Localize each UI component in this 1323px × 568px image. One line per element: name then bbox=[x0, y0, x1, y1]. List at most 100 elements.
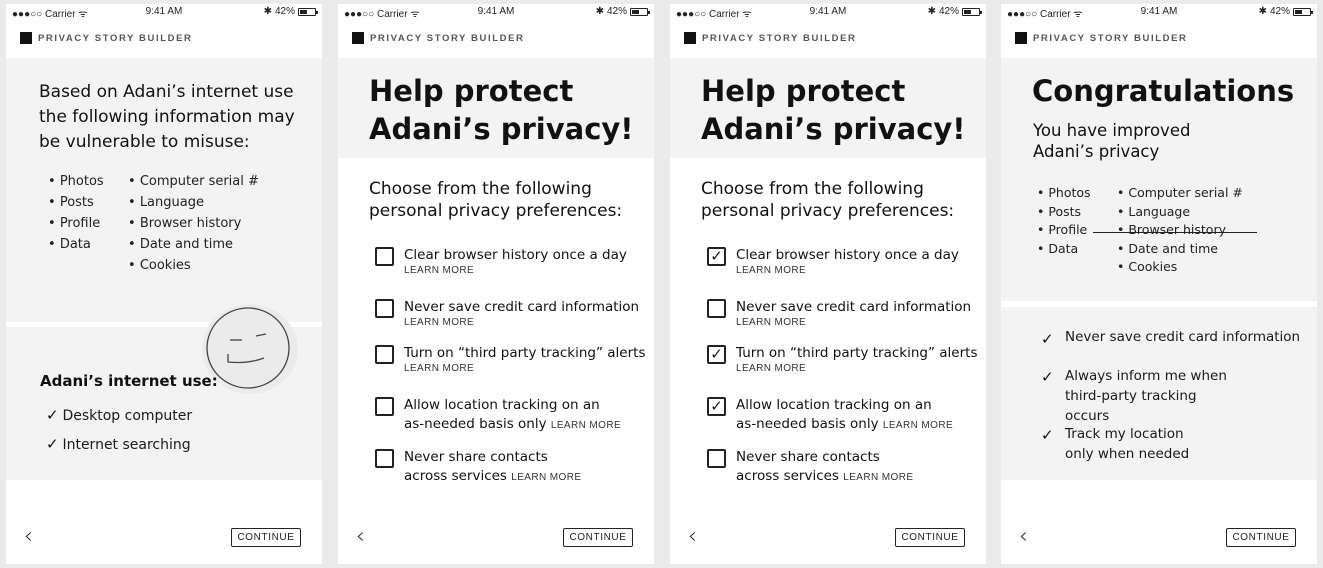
list-item: Profile bbox=[1037, 221, 1091, 240]
bluetooth-icon: ✱ bbox=[927, 6, 936, 17]
logo-icon bbox=[20, 32, 32, 44]
list-item: Posts bbox=[48, 192, 104, 213]
list-item: Browser history bbox=[128, 213, 259, 234]
learn-more-link[interactable]: LEARN MORE bbox=[404, 265, 627, 277]
learn-more-link[interactable]: LEARN MORE bbox=[551, 420, 621, 431]
list-item: Computer serial # bbox=[1117, 184, 1243, 203]
list-item: Posts bbox=[1037, 203, 1091, 222]
checkmark-icon: ✓ bbox=[710, 397, 723, 415]
checkbox[interactable] bbox=[375, 345, 394, 364]
status-bar: ●●●○○ Carrier ᯤ 9:41 AM ✱ 42% bbox=[1001, 4, 1317, 20]
battery-percent: 42% bbox=[938, 6, 959, 17]
status-bar: ●●●○○ Carrier ᯤ 9:41 AM ✱ 42% bbox=[338, 4, 654, 20]
info-list-secondary: Computer serial # Language Browser histo… bbox=[1093, 184, 1257, 277]
status-bar: ●●●○○ Carrier ᯤ 9:41 AM ✱ 42% bbox=[670, 4, 986, 20]
list-item: Cookies bbox=[128, 255, 259, 276]
preference-option[interactable]: Never save credit card information LEARN … bbox=[375, 298, 646, 329]
battery-icon bbox=[1293, 7, 1313, 16]
usage-item: ✓ Desktop computer bbox=[46, 406, 193, 425]
back-button[interactable]: ‹ bbox=[688, 524, 697, 549]
preference-option[interactable]: ✓ Turn on “third party tracking” alerts L… bbox=[707, 344, 978, 375]
subtitle: You have improved Adani’s privacy bbox=[1033, 121, 1191, 161]
list-item: Language bbox=[128, 192, 259, 213]
list-item: Data bbox=[48, 234, 104, 255]
back-button[interactable]: ‹ bbox=[356, 524, 365, 549]
preference-option[interactable]: Turn on “third party tracking” alerts LEA… bbox=[375, 344, 646, 375]
bluetooth-icon: ✱ bbox=[1258, 6, 1267, 17]
preference-option[interactable]: ✓ Clear browser history once a day LEARN … bbox=[707, 246, 978, 277]
info-list-primary: Photos Posts Profile Data bbox=[1037, 184, 1091, 259]
screen-preferences-selected: ●●●○○ Carrier ᯤ 9:41 AM ✱ 42% PRIVACY STO… bbox=[670, 4, 986, 564]
learn-more-link[interactable]: LEARN MORE bbox=[736, 317, 971, 329]
checkmark-icon: ✓ bbox=[46, 435, 59, 453]
checkmark-icon: ✓ bbox=[710, 247, 723, 265]
page-title: Help protect Adani’s privacy! bbox=[701, 74, 966, 146]
app-name: PRIVACY STORY BUILDER bbox=[370, 32, 525, 44]
continue-button[interactable]: CONTINUE bbox=[895, 528, 965, 547]
screen-choose-preferences: ●●●○○ Carrier ᯤ 9:41 AM ✱ 42% PRIVACY STO… bbox=[338, 4, 654, 564]
preference-option[interactable]: Never save credit card information LEARN … bbox=[707, 298, 978, 329]
improvement-item: ✓ Never save credit card information bbox=[1041, 329, 1301, 348]
preference-option[interactable]: Never share contacts across services LEA… bbox=[707, 448, 926, 487]
checkmark-icon: ✓ bbox=[1041, 368, 1054, 386]
list-item: Photos bbox=[1037, 184, 1090, 203]
continue-button[interactable]: CONTINUE bbox=[1226, 528, 1296, 547]
list-item: Date and time bbox=[128, 234, 259, 255]
list-item: Photos bbox=[48, 171, 104, 192]
list-item: Computer serial # bbox=[128, 171, 259, 192]
checkbox[interactable] bbox=[707, 449, 726, 468]
list-item: Cookies bbox=[1117, 258, 1243, 277]
learn-more-link[interactable]: LEARN MORE bbox=[883, 420, 953, 431]
learn-more-link[interactable]: LEARN MORE bbox=[843, 472, 913, 483]
checkbox[interactable] bbox=[375, 299, 394, 318]
app-name: PRIVACY STORY BUILDER bbox=[38, 32, 193, 44]
intro-text: Based on Adani’s internet use the follow… bbox=[39, 82, 295, 152]
checkbox[interactable] bbox=[375, 247, 394, 266]
app-header: PRIVACY STORY BUILDER bbox=[352, 30, 524, 46]
page-title: Help protect Adani’s privacy! bbox=[369, 74, 634, 146]
usage-title: Adani’s internet use: bbox=[40, 372, 218, 390]
checkbox[interactable] bbox=[375, 449, 394, 468]
back-button[interactable]: ‹ bbox=[1019, 524, 1028, 549]
list-item-struck: Browser history bbox=[1093, 221, 1257, 240]
app-header: PRIVACY STORY BUILDER bbox=[20, 30, 192, 46]
preference-option[interactable]: Clear browser history once a day LEARN MO… bbox=[375, 246, 646, 277]
checkbox-checked[interactable]: ✓ bbox=[707, 345, 726, 364]
instructions: Choose from the following personal priva… bbox=[369, 179, 623, 221]
continue-button[interactable]: CONTINUE bbox=[231, 528, 301, 547]
screen-congratulations: ●●●○○ Carrier ᯤ 9:41 AM ✱ 42% PRIVACY STO… bbox=[1001, 4, 1317, 564]
checkbox[interactable] bbox=[375, 397, 394, 416]
improvement-item: ✓ Always inform me when third-party trac… bbox=[1041, 368, 1227, 424]
preference-option[interactable]: ✓ Allow location tracking on an as-neede… bbox=[707, 396, 956, 435]
learn-more-link[interactable]: LEARN MORE bbox=[404, 317, 639, 329]
back-button[interactable]: ‹ bbox=[24, 524, 33, 549]
improvement-item: ✓ Track my location only when needed bbox=[1041, 426, 1190, 462]
logo-icon bbox=[352, 32, 364, 44]
logo-icon bbox=[684, 32, 696, 44]
status-bar: ●●●○○ Carrier ᯤ 9:41 AM ✱ 42% bbox=[6, 4, 322, 20]
app-header: PRIVACY STORY BUILDER bbox=[684, 30, 856, 46]
learn-more-link[interactable]: LEARN MORE bbox=[511, 472, 581, 483]
preference-option[interactable]: Never share contacts across services LEA… bbox=[375, 448, 594, 487]
screen-vulnerable-info: ●●●○○ Carrier ᯤ 9:41 AM ✱ 42% PRIVACY STO… bbox=[6, 4, 322, 564]
battery-icon bbox=[630, 7, 650, 16]
list-item: Profile bbox=[48, 213, 104, 234]
list-item: Date and time bbox=[1117, 240, 1243, 259]
list-item: Language bbox=[1117, 203, 1243, 222]
info-list-primary: Photos Posts Profile Data bbox=[48, 171, 104, 255]
bluetooth-icon: ✱ bbox=[595, 6, 604, 17]
checkbox-checked[interactable]: ✓ bbox=[707, 247, 726, 266]
app-name: PRIVACY STORY BUILDER bbox=[702, 32, 857, 44]
bluetooth-icon: ✱ bbox=[263, 6, 272, 17]
battery-percent: 42% bbox=[274, 6, 295, 17]
learn-more-link[interactable]: LEARN MORE bbox=[736, 265, 959, 277]
checkbox-checked[interactable]: ✓ bbox=[707, 397, 726, 416]
app-name: PRIVACY STORY BUILDER bbox=[1033, 32, 1188, 44]
preference-option[interactable]: Allow location tracking on an as-needed … bbox=[375, 396, 624, 435]
continue-button[interactable]: CONTINUE bbox=[563, 528, 633, 547]
learn-more-link[interactable]: LEARN MORE bbox=[404, 363, 645, 375]
learn-more-link[interactable]: LEARN MORE bbox=[736, 363, 977, 375]
checkbox[interactable] bbox=[707, 299, 726, 318]
list-item: Data bbox=[1037, 240, 1091, 259]
usage-item: ✓ Internet searching bbox=[46, 435, 191, 454]
